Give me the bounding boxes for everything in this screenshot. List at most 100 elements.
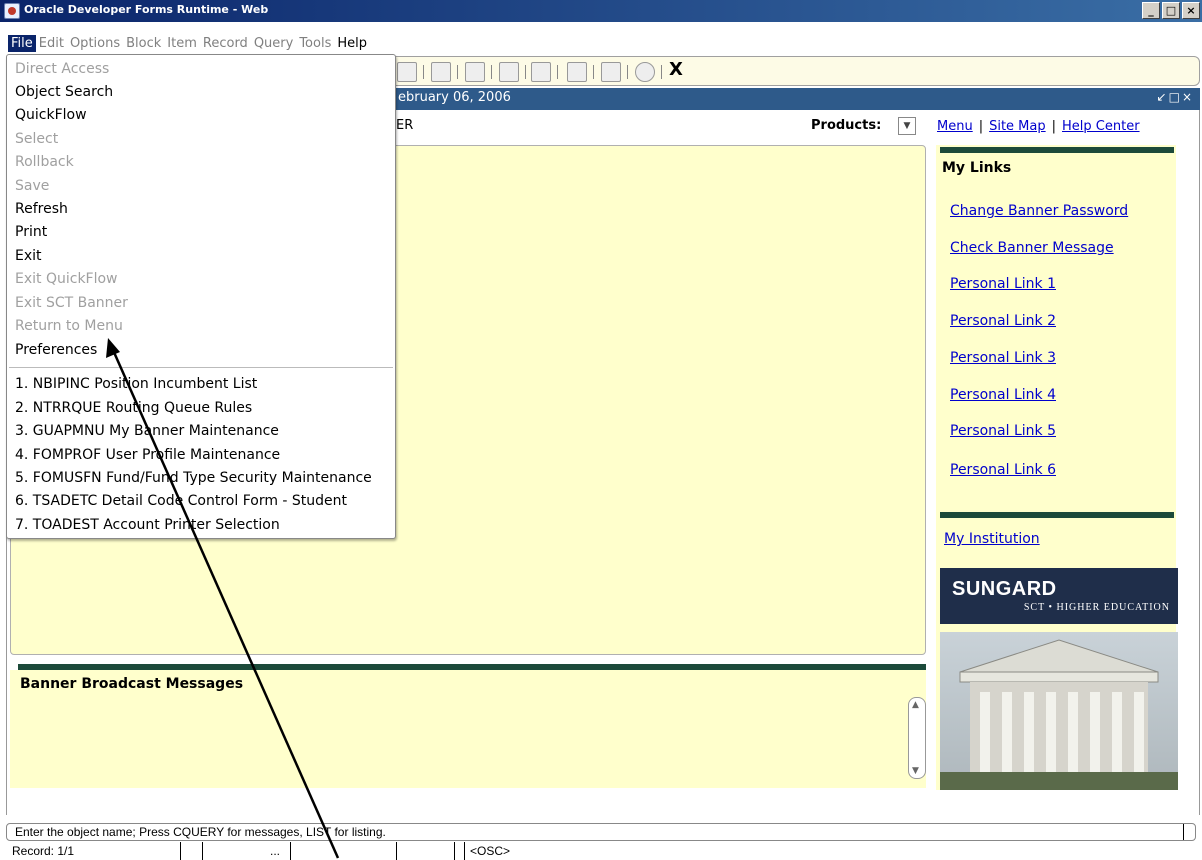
close-button[interactable]: × <box>1182 2 1200 19</box>
menu-options[interactable]: Options <box>67 35 123 52</box>
recent-form-4[interactable]: 4. FOMPROF User Profile Maintenance <box>15 447 280 463</box>
personal-link-4[interactable]: Personal Link 4 <box>950 387 1056 403</box>
header-text-fragment: ER <box>396 118 414 133</box>
scroll-down-icon[interactable]: ▼ <box>912 766 919 776</box>
link-divider: | <box>1051 119 1057 134</box>
status-divider <box>464 842 465 860</box>
clipboard-icon[interactable] <box>431 62 451 82</box>
menu-item-rollback[interactable]: Rollback <box>15 154 74 170</box>
broadcast-divider <box>18 664 926 670</box>
menu-item-save[interactable]: Save <box>15 178 49 194</box>
products-dropdown[interactable]: ▼ <box>898 117 916 135</box>
toolbar-separator <box>593 65 594 79</box>
menu-block[interactable]: Block <box>123 35 164 52</box>
menu-item-direct-access[interactable]: Direct Access <box>15 61 109 77</box>
my-links-title: My Links <box>942 160 1012 176</box>
maximize-button[interactable]: □ <box>1162 2 1180 19</box>
personal-link-2[interactable]: Personal Link 2 <box>950 313 1056 329</box>
record-count: Record: 1/1 <box>12 844 75 858</box>
toolbar-separator <box>557 65 558 79</box>
campus-building-image <box>940 632 1178 790</box>
status-divider <box>202 842 203 860</box>
menu-bar: File Edit Options Block Item Record Quer… <box>0 32 370 54</box>
logo-tagline: SCT • HIGHER EDUCATION <box>1023 602 1170 613</box>
status-ellipsis: ... <box>270 844 281 858</box>
delete-record-icon[interactable] <box>531 62 551 82</box>
menu-item-exit[interactable]: Exit <box>15 248 42 264</box>
cancel-query-icon[interactable] <box>397 62 417 82</box>
recent-form-1[interactable]: 1. NBIPINC Position Incumbent List <box>15 376 257 392</box>
menu-item-quickflow[interactable]: QuickFlow <box>15 107 87 123</box>
minimize-button[interactable]: _ <box>1142 2 1160 19</box>
building-illustration <box>940 639 1178 790</box>
window-title: Oracle Developer Forms Runtime - Web <box>24 3 269 16</box>
menu-item-object-search[interactable]: Object Search <box>15 84 113 100</box>
target-icon[interactable] <box>601 62 621 82</box>
status-divider <box>454 842 455 860</box>
change-password-link[interactable]: Change Banner Password <box>950 203 1128 219</box>
status-divider <box>396 842 397 860</box>
scroll-up-icon[interactable]: ▲ <box>912 700 919 710</box>
toolbar-separator <box>423 65 424 79</box>
status-info-bar: Record: 1/1 ... <OSC> <box>6 842 1196 860</box>
menu-separator <box>9 367 393 368</box>
status-message: Enter the object name; Press CQUERY for … <box>15 825 386 839</box>
help-icon[interactable] <box>635 62 655 82</box>
menu-link[interactable]: Menu <box>937 119 973 134</box>
menu-file[interactable]: File <box>8 34 36 52</box>
osc-indicator: <OSC> <box>470 844 511 858</box>
logo-brand: SUNGARD <box>952 578 1057 600</box>
top-links: Menu | Site Map | Help Center <box>937 119 1140 134</box>
menu-help[interactable]: Help <box>334 35 370 52</box>
personal-link-3[interactable]: Personal Link 3 <box>950 350 1056 366</box>
recent-form-2[interactable]: 2. NTRRQUE Routing Queue Rules <box>15 400 252 416</box>
status-divider <box>1183 824 1184 840</box>
app-icon <box>4 3 20 19</box>
link-divider: | <box>978 119 984 134</box>
insert-record-icon[interactable] <box>499 62 519 82</box>
my-institution-link[interactable]: My Institution <box>944 531 1040 547</box>
menu-tools[interactable]: Tools <box>296 35 334 52</box>
products-label: Products: <box>811 118 882 133</box>
personal-link-5[interactable]: Personal Link 5 <box>950 423 1056 439</box>
recent-form-6[interactable]: 6. TSADETC Detail Code Control Form - St… <box>15 493 347 509</box>
check-message-link[interactable]: Check Banner Message <box>950 240 1114 256</box>
toolbar-separator <box>661 65 662 79</box>
recent-form-5[interactable]: 5. FOMUSFN Fund/Fund Type Security Maint… <box>15 470 372 486</box>
back-icon[interactable] <box>567 62 587 82</box>
menu-item[interactable]: Item <box>164 35 200 52</box>
window-controls: _ □ × <box>1142 2 1200 19</box>
site-map-link[interactable]: Site Map <box>989 119 1046 134</box>
help-center-link[interactable]: Help Center <box>1062 119 1140 134</box>
window-title-bar[interactable]: Oracle Developer Forms Runtime - Web _ □… <box>0 0 1202 22</box>
recent-form-7[interactable]: 7. TOADEST Account Printer Selection <box>15 517 280 533</box>
broadcast-scrollbar[interactable]: ▲ ▼ <box>908 697 926 779</box>
exit-icon[interactable]: X <box>669 59 683 80</box>
menu-query[interactable]: Query <box>251 35 297 52</box>
sungard-logo: SUNGARD SCT • HIGHER EDUCATION <box>940 568 1178 624</box>
sidebar-top-divider <box>940 147 1174 153</box>
date-text: ebruary 06, 2006 <box>398 90 511 105</box>
menu-item-print[interactable]: Print <box>15 224 47 240</box>
recent-form-3[interactable]: 3. GUAPMNU My Banner Maintenance <box>15 423 279 439</box>
toolbar-separator <box>627 65 628 79</box>
file-menu-dropdown: Direct Access Object Search QuickFlow Se… <box>6 54 396 539</box>
menu-item-return-to-menu[interactable]: Return to Menu <box>15 318 123 334</box>
toolbar-separator <box>457 65 458 79</box>
menu-item-select[interactable]: Select <box>15 131 58 147</box>
status-divider <box>290 842 291 860</box>
sidebar-mid-divider <box>940 512 1174 518</box>
toolbar-separator <box>525 65 526 79</box>
menu-item-preferences[interactable]: Preferences <box>15 342 97 358</box>
personal-link-6[interactable]: Personal Link 6 <box>950 462 1056 478</box>
menu-record[interactable]: Record <box>200 35 251 52</box>
inner-window-controls[interactable]: ↙□× <box>1157 90 1194 104</box>
personal-link-1[interactable]: Personal Link 1 <box>950 276 1056 292</box>
toolbar-separator <box>491 65 492 79</box>
menu-item-refresh[interactable]: Refresh <box>15 201 68 217</box>
broadcast-title: Banner Broadcast Messages <box>20 676 244 692</box>
menu-item-exit-quickflow[interactable]: Exit QuickFlow <box>15 271 118 287</box>
menu-edit[interactable]: Edit <box>36 35 67 52</box>
menu-item-exit-sct-banner[interactable]: Exit SCT Banner <box>15 295 128 311</box>
print-icon[interactable] <box>465 62 485 82</box>
